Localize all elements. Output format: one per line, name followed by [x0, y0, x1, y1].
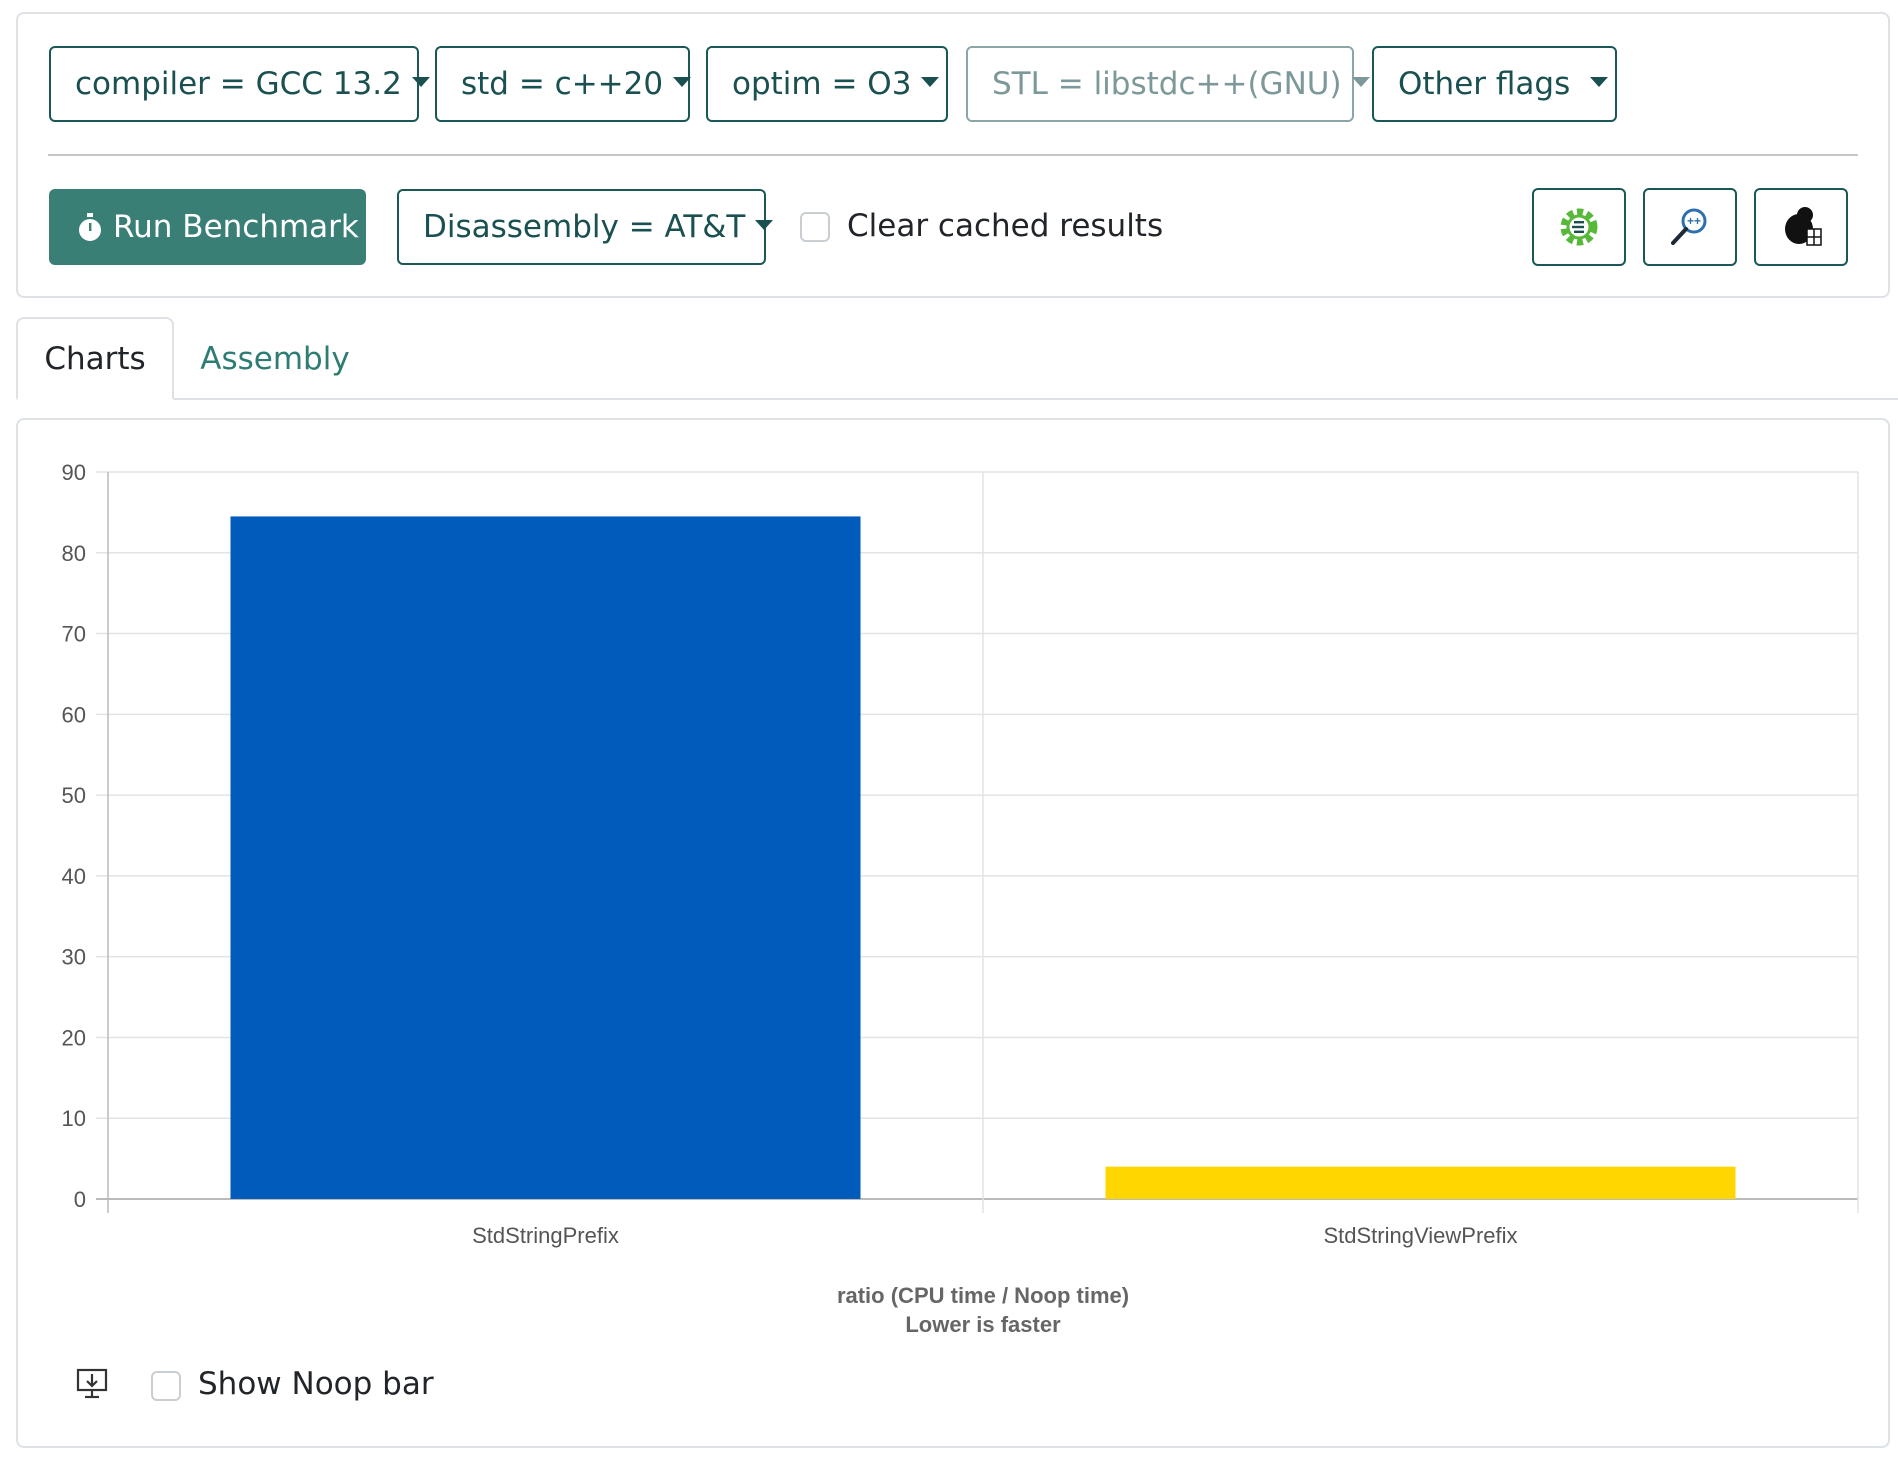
optim-dropdown-label: optim = O3: [732, 66, 912, 102]
tab-assembly[interactable]: Assembly: [190, 317, 360, 400]
y-tick-label: 40: [62, 864, 86, 889]
chevron-down-icon: [1590, 77, 1609, 87]
y-tick-label: 30: [62, 945, 86, 970]
stl-dropdown-label: STL = libstdc++(GNU): [992, 66, 1342, 102]
stopwatch-icon: [79, 213, 101, 241]
y-tick-label: 80: [62, 541, 86, 566]
clear-cache-checkbox[interactable]: [800, 212, 830, 242]
quick-bench-icon: [1560, 208, 1598, 246]
std-dropdown[interactable]: std = c++20: [435, 46, 692, 122]
show-noop-label: Show Noop bar: [198, 1366, 434, 1402]
svg-text:++: ++: [1687, 214, 1701, 228]
chevron-down-icon: [673, 77, 692, 87]
x-axis-title: ratio (CPU time / Noop time): [837, 1283, 1129, 1308]
clear-cache-label: Clear cached results: [847, 208, 1164, 244]
show-noop-checkbox[interactable]: [151, 1371, 181, 1401]
chevron-down-icon: [755, 220, 774, 230]
bar-StdStringPrefix: [230, 516, 861, 1199]
tab-charts[interactable]: Charts: [16, 317, 174, 400]
download-icon[interactable]: [74, 1366, 110, 1402]
chevron-down-icon: [1351, 77, 1370, 87]
other-flags-label: Other flags: [1398, 66, 1571, 102]
run-benchmark-label: Run Benchmark: [113, 209, 359, 245]
compiler-dropdown-label: compiler = GCC 13.2: [75, 66, 402, 102]
x-axis-subtitle: Lower is faster: [905, 1312, 1061, 1337]
disassembly-dropdown-label: Disassembly = AT&T: [423, 209, 746, 245]
quick-bench-button[interactable]: [1532, 188, 1626, 266]
optim-dropdown[interactable]: optim = O3: [706, 46, 948, 122]
x-tick-label: StdStringPrefix: [472, 1223, 619, 1248]
build-bench-icon: ++: [1671, 208, 1707, 245]
disassembly-dropdown[interactable]: Disassembly = AT&T: [397, 189, 774, 265]
bar-StdStringViewPrefix: [1105, 1166, 1736, 1199]
y-tick-label: 50: [62, 783, 86, 808]
options-divider: [48, 154, 1858, 156]
chart-panel: 0 10 20 30 40 50 60 70 80 90 StdStringPrefix StdStr…: [16, 418, 1890, 1448]
y-tick-label: 20: [62, 1025, 86, 1050]
compiler-dropdown[interactable]: compiler = GCC 13.2: [49, 46, 430, 122]
std-dropdown-label: std = c++20: [461, 66, 664, 102]
y-tick-label: 10: [62, 1106, 86, 1131]
chevron-down-icon: [411, 77, 430, 87]
chevron-down-icon: [921, 77, 940, 87]
other-flags-dropdown[interactable]: Other flags: [1372, 46, 1617, 122]
tab-assembly-label: Assembly: [200, 340, 350, 377]
perf-bench-button[interactable]: [1754, 188, 1848, 266]
bar-chart: 0 10 20 30 40 50 60 70 80 90 StdStringPrefix StdStr…: [62, 460, 1859, 1337]
y-tick-label: 0: [74, 1187, 86, 1212]
x-tick-label: StdStringViewPrefix: [1323, 1223, 1517, 1248]
y-tick-label: 90: [62, 460, 86, 485]
tab-charts-label: Charts: [44, 340, 146, 377]
beaver-icon: [1785, 207, 1822, 246]
y-tick-label: 70: [62, 622, 86, 647]
build-bench-button[interactable]: ++: [1643, 188, 1737, 266]
stl-dropdown[interactable]: STL = libstdc++(GNU): [966, 46, 1370, 122]
y-tick-label: 60: [62, 702, 86, 727]
run-benchmark-button[interactable]: Run Benchmark: [49, 189, 366, 265]
